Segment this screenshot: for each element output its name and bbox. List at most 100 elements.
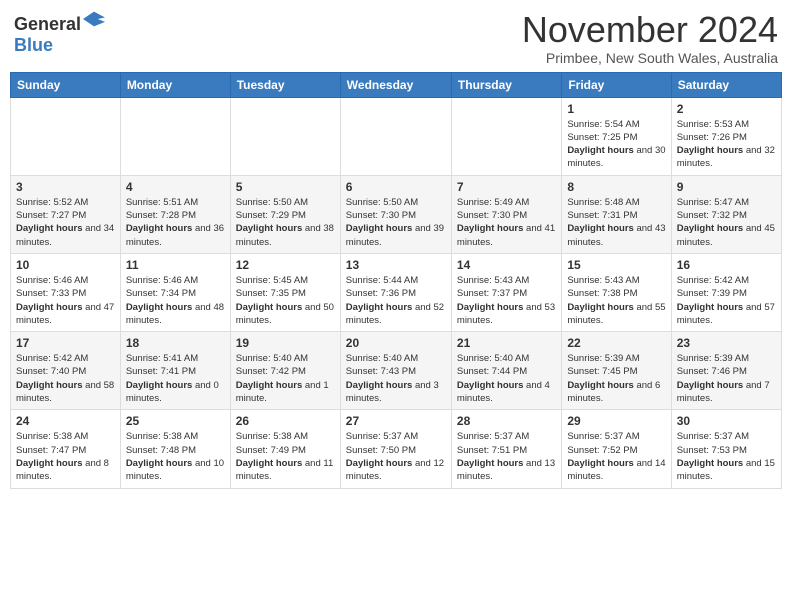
day-number: 17 <box>16 336 115 350</box>
day-info: Sunrise: 5:54 AMSunset: 7:25 PMDaylight … <box>567 118 665 171</box>
calendar-cell: 3 Sunrise: 5:52 AMSunset: 7:27 PMDaylight… <box>11 175 121 253</box>
day-info: Sunrise: 5:40 AMSunset: 7:43 PMDaylight … <box>346 352 446 405</box>
calendar-week-row: 10 Sunrise: 5:46 AMSunset: 7:33 PMDayligh… <box>11 253 782 331</box>
day-number: 7 <box>457 180 556 194</box>
day-info: Sunrise: 5:38 AMSunset: 7:48 PMDaylight … <box>126 430 225 483</box>
day-info: Sunrise: 5:40 AMSunset: 7:44 PMDaylight … <box>457 352 556 405</box>
calendar-cell: 22 Sunrise: 5:39 AMSunset: 7:45 PMDayligh… <box>562 332 671 410</box>
calendar-cell: 8 Sunrise: 5:48 AMSunset: 7:31 PMDaylight… <box>562 175 671 253</box>
logo-text-general: General <box>14 14 81 34</box>
day-number: 24 <box>16 414 115 428</box>
calendar-cell: 15 Sunrise: 5:43 AMSunset: 7:38 PMDayligh… <box>562 253 671 331</box>
day-number: 29 <box>567 414 665 428</box>
logo-bird-icon <box>83 8 105 30</box>
calendar-cell: 2Sunrise: 5:53 AMSunset: 7:26 PMDaylight… <box>671 97 781 175</box>
calendar-week-row: 1Sunrise: 5:54 AMSunset: 7:25 PMDaylight… <box>11 97 782 175</box>
calendar-cell <box>340 97 451 175</box>
day-number: 18 <box>126 336 225 350</box>
calendar-cell: 1Sunrise: 5:54 AMSunset: 7:25 PMDaylight… <box>562 97 671 175</box>
day-number: 27 <box>346 414 446 428</box>
calendar-cell: 28Sunrise: 5:37 AMSunset: 7:51 PMDayligh… <box>451 410 561 488</box>
weekday-header-sunday: Sunday <box>11 72 121 97</box>
calendar-cell <box>11 97 121 175</box>
day-info: Sunrise: 5:49 AMSunset: 7:30 PMDaylight … <box>457 196 556 249</box>
calendar-cell <box>120 97 230 175</box>
day-info: Sunrise: 5:45 AMSunset: 7:35 PMDaylight … <box>236 274 335 327</box>
day-number: 5 <box>236 180 335 194</box>
day-number: 12 <box>236 258 335 272</box>
weekday-header-wednesday: Wednesday <box>340 72 451 97</box>
calendar-cell: 13 Sunrise: 5:44 AMSunset: 7:36 PMDayligh… <box>340 253 451 331</box>
calendar-week-row: 17 Sunrise: 5:42 AMSunset: 7:40 PMDayligh… <box>11 332 782 410</box>
calendar-cell: 4 Sunrise: 5:51 AMSunset: 7:28 PMDaylight… <box>120 175 230 253</box>
day-number: 16 <box>677 258 776 272</box>
day-info: Sunrise: 5:38 AMSunset: 7:49 PMDaylight … <box>236 430 335 483</box>
weekday-header-friday: Friday <box>562 72 671 97</box>
calendar-cell: 6Sunrise: 5:50 AMSunset: 7:30 PMDaylight… <box>340 175 451 253</box>
day-info: Sunrise: 5:42 AMSunset: 7:39 PMDaylight … <box>677 274 776 327</box>
calendar-cell: 21 Sunrise: 5:40 AMSunset: 7:44 PMDayligh… <box>451 332 561 410</box>
day-info: Sunrise: 5:37 AMSunset: 7:50 PMDaylight … <box>346 430 446 483</box>
calendar-cell: 12 Sunrise: 5:45 AMSunset: 7:35 PMDayligh… <box>230 253 340 331</box>
day-number: 14 <box>457 258 556 272</box>
title-block: November 2024 Primbee, New South Wales, … <box>522 10 778 66</box>
calendar-cell: 19 Sunrise: 5:40 AMSunset: 7:42 PMDayligh… <box>230 332 340 410</box>
day-number: 8 <box>567 180 665 194</box>
day-info: Sunrise: 5:51 AMSunset: 7:28 PMDaylight … <box>126 196 225 249</box>
day-number: 25 <box>126 414 225 428</box>
calendar-cell: 30 Sunrise: 5:37 AMSunset: 7:53 PMDayligh… <box>671 410 781 488</box>
day-info: Sunrise: 5:52 AMSunset: 7:27 PMDaylight … <box>16 196 115 249</box>
day-info: Sunrise: 5:37 AMSunset: 7:53 PMDaylight … <box>677 430 776 483</box>
day-number: 15 <box>567 258 665 272</box>
day-number: 22 <box>567 336 665 350</box>
calendar-cell: 16 Sunrise: 5:42 AMSunset: 7:39 PMDayligh… <box>671 253 781 331</box>
day-number: 30 <box>677 414 776 428</box>
day-info: Sunrise: 5:39 AMSunset: 7:46 PMDaylight … <box>677 352 776 405</box>
day-number: 19 <box>236 336 335 350</box>
page-header: General Blue November 2024 Primbee, New … <box>10 10 782 66</box>
day-number: 13 <box>346 258 446 272</box>
calendar-table: SundayMondayTuesdayWednesdayThursdayFrid… <box>10 72 782 489</box>
weekday-header-monday: Monday <box>120 72 230 97</box>
day-info: Sunrise: 5:41 AMSunset: 7:41 PMDaylight … <box>126 352 225 405</box>
day-info: Sunrise: 5:50 AMSunset: 7:30 PMDaylight … <box>346 196 446 249</box>
day-info: Sunrise: 5:48 AMSunset: 7:31 PMDaylight … <box>567 196 665 249</box>
calendar-cell <box>451 97 561 175</box>
logo-text-blue: Blue <box>14 35 53 55</box>
calendar-cell: 23 Sunrise: 5:39 AMSunset: 7:46 PMDayligh… <box>671 332 781 410</box>
day-info: Sunrise: 5:42 AMSunset: 7:40 PMDaylight … <box>16 352 115 405</box>
day-info: Sunrise: 5:46 AMSunset: 7:33 PMDaylight … <box>16 274 115 327</box>
day-info: Sunrise: 5:50 AMSunset: 7:29 PMDaylight … <box>236 196 335 249</box>
calendar-cell: 11Sunrise: 5:46 AMSunset: 7:34 PMDayligh… <box>120 253 230 331</box>
calendar-cell: 18 Sunrise: 5:41 AMSunset: 7:41 PMDayligh… <box>120 332 230 410</box>
day-number: 3 <box>16 180 115 194</box>
day-number: 26 <box>236 414 335 428</box>
calendar-cell: 25 Sunrise: 5:38 AMSunset: 7:48 PMDayligh… <box>120 410 230 488</box>
weekday-header-saturday: Saturday <box>671 72 781 97</box>
calendar-cell: 5 Sunrise: 5:50 AMSunset: 7:29 PMDaylight… <box>230 175 340 253</box>
calendar-cell: 9Sunrise: 5:47 AMSunset: 7:32 PMDaylight… <box>671 175 781 253</box>
day-info: Sunrise: 5:47 AMSunset: 7:32 PMDaylight … <box>677 196 776 249</box>
day-number: 10 <box>16 258 115 272</box>
day-number: 21 <box>457 336 556 350</box>
calendar-cell: 20Sunrise: 5:40 AMSunset: 7:43 PMDayligh… <box>340 332 451 410</box>
day-info: Sunrise: 5:40 AMSunset: 7:42 PMDaylight … <box>236 352 335 405</box>
calendar-cell: 17 Sunrise: 5:42 AMSunset: 7:40 PMDayligh… <box>11 332 121 410</box>
calendar-cell: 29Sunrise: 5:37 AMSunset: 7:52 PMDayligh… <box>562 410 671 488</box>
day-info: Sunrise: 5:44 AMSunset: 7:36 PMDaylight … <box>346 274 446 327</box>
day-info: Sunrise: 5:43 AMSunset: 7:38 PMDaylight … <box>567 274 665 327</box>
day-info: Sunrise: 5:37 AMSunset: 7:51 PMDaylight … <box>457 430 556 483</box>
calendar-cell <box>230 97 340 175</box>
day-info: Sunrise: 5:38 AMSunset: 7:47 PMDaylight … <box>16 430 115 483</box>
day-info: Sunrise: 5:43 AMSunset: 7:37 PMDaylight … <box>457 274 556 327</box>
calendar-week-row: 24 Sunrise: 5:38 AMSunset: 7:47 PMDayligh… <box>11 410 782 488</box>
calendar-week-row: 3 Sunrise: 5:52 AMSunset: 7:27 PMDaylight… <box>11 175 782 253</box>
day-number: 23 <box>677 336 776 350</box>
logo: General Blue <box>14 14 105 56</box>
day-info: Sunrise: 5:39 AMSunset: 7:45 PMDaylight … <box>567 352 665 405</box>
day-info: Sunrise: 5:46 AMSunset: 7:34 PMDaylight … <box>126 274 225 327</box>
day-number: 2 <box>677 102 776 116</box>
day-number: 4 <box>126 180 225 194</box>
weekday-header-thursday: Thursday <box>451 72 561 97</box>
calendar-cell: 26 Sunrise: 5:38 AMSunset: 7:49 PMDayligh… <box>230 410 340 488</box>
